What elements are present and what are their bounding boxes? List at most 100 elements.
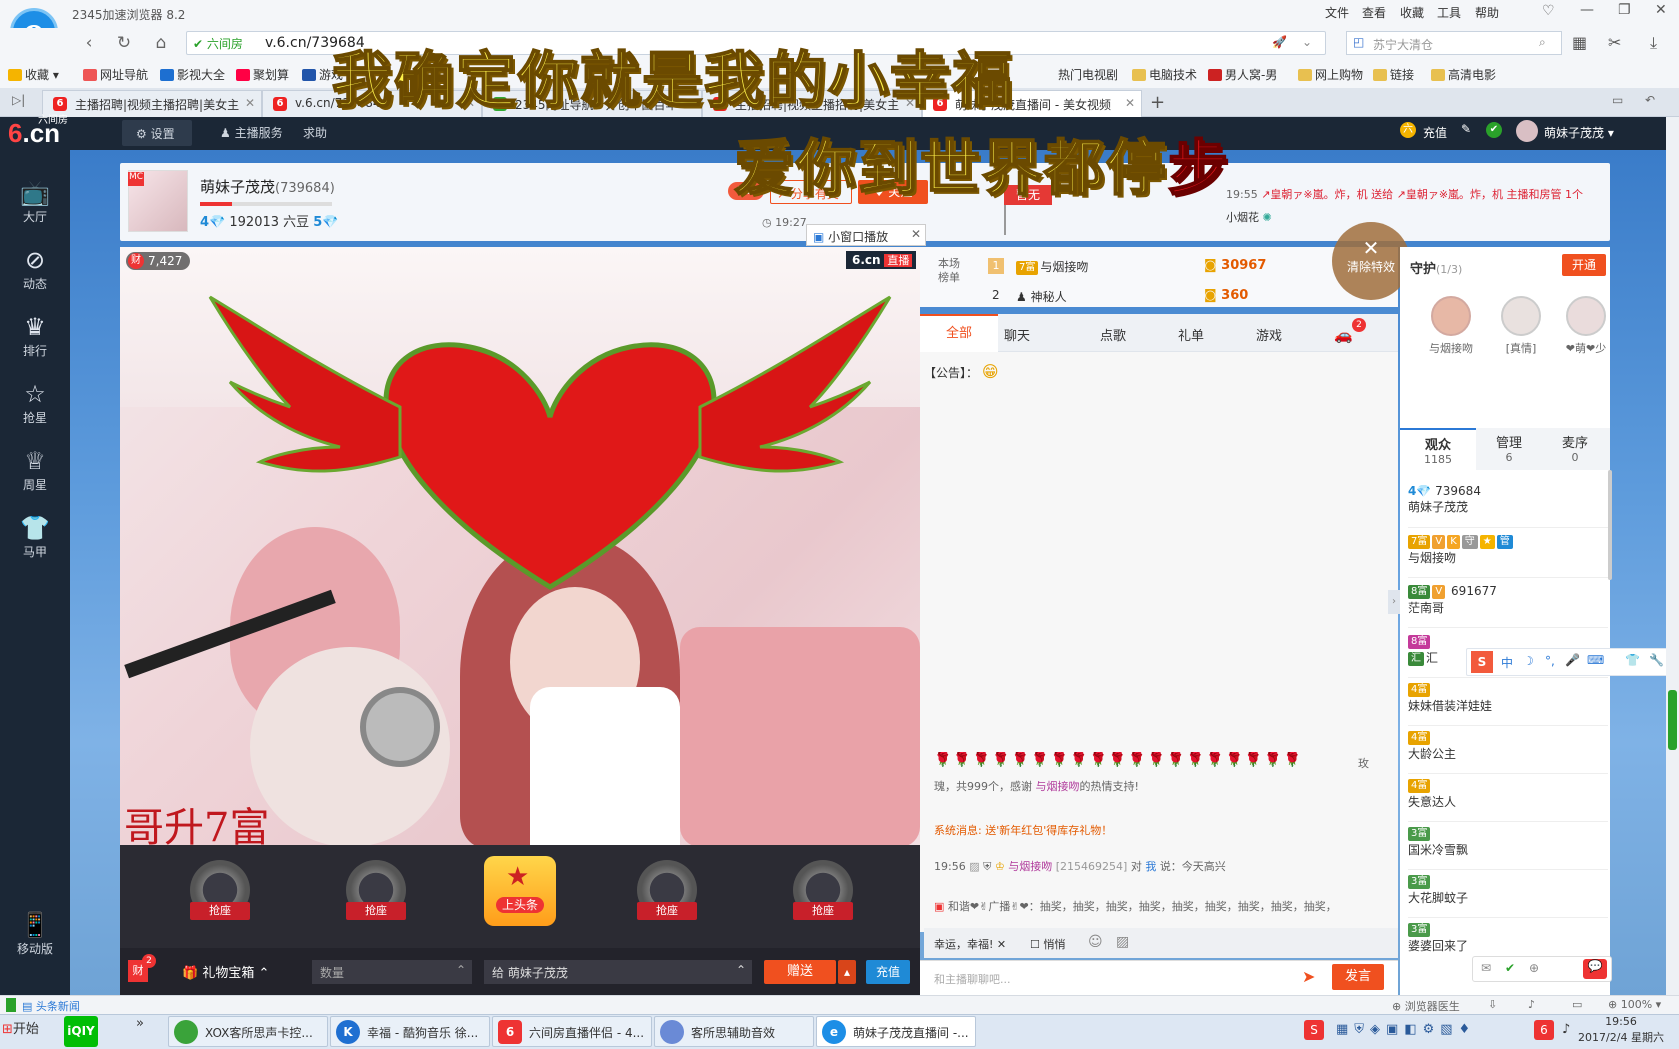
task-kugou[interactable]: K 幸福 - 酷狗音乐 徐... [330,1016,490,1047]
6cn-tray-icon[interactable]: 6 [1534,1020,1554,1040]
nav-mobile[interactable]: 📱 移动版 [0,910,70,960]
keyboard-icon[interactable]: ⌨ [1587,653,1604,667]
quicklaunch-more-icon[interactable]: » [136,1016,144,1031]
ime-chinese[interactable]: 中 [1501,654,1513,671]
site-logo[interactable]: 6.cn 六间房 [8,115,74,150]
seat-3[interactable]: 抢座 [622,860,712,930]
start-button[interactable]: ⊞开始 [2,1018,39,1037]
volume-icon[interactable]: ♪ [1528,998,1535,1011]
chat-input[interactable]: 和主播聊聊吧... ➤ [920,960,1398,995]
menu-file[interactable]: 文件 [1325,4,1349,21]
apps-icon[interactable]: ▦ [1572,33,1587,52]
nav-vest[interactable]: 👕 马甲 [0,505,70,571]
live-video[interactable]: 财 7,427 6.cn 直播 哥升7富 [120,247,920,845]
doctor-link[interactable]: ⊕ 浏览器医生 [1392,998,1460,1014]
audience-row[interactable]: 7富 V K 守 ★ 管与烟接吻 [1408,530,1608,578]
check-icon[interactable]: ✔ [1505,961,1515,975]
fav-video[interactable]: 影视大全 [160,66,225,83]
quantity-input[interactable]: 数量 ⌃ [312,960,472,984]
send-gift-button[interactable]: 赠送 [764,960,836,984]
skin-icon[interactable]: ♡ [1542,3,1555,19]
task-audio-effect[interactable]: 客所思辅助音效 [654,1016,814,1047]
zoom-icon[interactable]: ⊕ [1529,961,1539,975]
search-icon[interactable]: ⌕ [1539,35,1546,50]
recharge-link[interactable]: 充值 [1423,124,1447,141]
audience-row[interactable]: 3富 大花脚蚊子 [1408,870,1608,918]
screen-icon[interactable]: ▭ [1572,998,1582,1011]
download-icon[interactable]: ⤓ [1650,33,1657,53]
mail-icon[interactable]: ✉ [1481,961,1491,975]
close-window-button[interactable]: ✕ [1655,2,1667,18]
menu-view[interactable]: 查看 [1362,4,1386,21]
fav-nav[interactable]: 网址导航 [83,66,148,83]
search-box[interactable]: ◰ 苏宁大清仓 ⌕ [1346,31,1562,55]
fav-collect[interactable]: 收藏 ▾ [8,66,59,83]
open-guard-button[interactable]: 开通 [1562,254,1606,276]
refresh-button[interactable]: ↻ [113,32,135,54]
guard-member-2[interactable]: [真情] [1486,296,1556,356]
close-tab-icon[interactable]: ✕ [1125,96,1135,110]
audience-row[interactable]: 4富 失意达人 [1408,774,1608,822]
tab-chat[interactable]: 聊天 [1004,325,1030,344]
iqiyi-icon[interactable]: iQIY [64,1016,98,1047]
minimize-button[interactable]: — [1580,2,1594,18]
anchor-service-link[interactable]: ♟ 主播服务 [220,124,283,141]
nav-dynamic[interactable]: ⊘ 动态 [0,237,70,303]
send-chat-button[interactable]: 发言 [1332,964,1384,990]
image-icon[interactable]: ▨ [1116,934,1129,950]
audience-scrollbar[interactable] [1608,470,1612,580]
menu-help[interactable]: 帮助 [1475,4,1499,21]
back-button[interactable]: ‹ [78,32,100,54]
send-options-icon[interactable]: ▴ [838,960,856,984]
clear-effects-button[interactable]: ✕ 清除特效 [1332,222,1410,300]
car-icon[interactable]: 🚗 [1334,326,1353,344]
message-icon[interactable]: 💬 [1583,959,1607,979]
task-browser-active[interactable]: e 萌妹子茂茂直播间 -... [816,1016,976,1047]
tab-all[interactable]: 全部 [920,314,998,352]
undo-close-icon[interactable]: ↶ [1645,93,1655,107]
punctuation-icon[interactable]: °, [1545,654,1555,668]
user-avatar[interactable] [1516,120,1538,142]
wrench-icon[interactable]: 🔧 [1649,653,1664,667]
seat-2[interactable]: 抢座 [331,860,421,930]
rank-2-user[interactable]: ♟ 神秘人 [1016,288,1067,305]
seat-4[interactable]: 抢座 [778,860,868,930]
clock[interactable]: 19:56 2017/2/4 星期六 [1566,1014,1676,1046]
sogou-tray-icon[interactable]: S [1304,1020,1324,1040]
tab-list-icon[interactable]: ▷| [12,93,25,107]
help-link[interactable]: 求助 [303,124,327,141]
fav-men[interactable]: 男人窝-男 [1208,66,1277,83]
tab-gift-list[interactable]: 礼单 [1178,325,1204,344]
tab-manager-icon[interactable]: ▭ [1612,93,1623,107]
nav-ranking[interactable]: ♛ 排行 [0,304,70,370]
home-button[interactable]: ⌂ [150,32,172,54]
moon-icon[interactable]: ☽ [1523,654,1534,668]
task-sound-card[interactable]: XOX客所思声卡控... [168,1016,328,1047]
fav-shopping[interactable]: 网上购物 [1298,66,1363,83]
tab-song[interactable]: 点歌 [1100,325,1126,344]
search-input[interactable]: 苏宁大清仓 [1373,36,1433,53]
new-tab-button[interactable]: + [1150,92,1165,113]
mic-icon[interactable]: 🎤 [1565,653,1580,667]
close-icon[interactable]: ✕ [911,227,921,241]
maximize-button[interactable]: ❐ [1618,2,1631,18]
scissors-icon[interactable]: ✂ [1608,33,1621,52]
tab-audience[interactable]: 观众 1185 [1400,428,1476,470]
accelerate-icon[interactable]: 🚀 [1272,35,1287,49]
rank-1-user[interactable]: 7富 与烟接吻 [1016,258,1088,275]
tray-icons[interactable]: ▦⛨◈▣◧⚙▧♦ [1336,1022,1524,1042]
dropdown-icon[interactable]: ⌄ [1302,35,1312,49]
collapse-panel-icon[interactable]: › [1388,590,1400,614]
fav-tv[interactable]: 热门电视剧 [1058,66,1118,83]
quick-text[interactable]: 幸运，幸福! ✕ [934,936,1006,952]
fav-juhuasuan[interactable]: 聚划算 [236,66,289,83]
tab-1[interactable]: 6 主播招聘|视频主播招聘|美女主 ✕ [42,90,262,117]
headline-button[interactable]: ★ 上头条 [484,856,556,926]
task-6cn-companion[interactable]: 6 六间房直播伴侣 - 4... [492,1016,652,1047]
news-link[interactable]: ▤ 头条新闻 [22,998,80,1014]
download-status-icon[interactable]: ⇩ [1488,998,1497,1011]
skin-shirt-icon[interactable]: 👕 [1625,653,1640,667]
audience-row[interactable]: 3富 国米冷雪飘 [1408,822,1608,870]
guard-member-3[interactable]: ❤萌❤少 [1556,296,1616,356]
emoji-icon[interactable]: ☺ [1088,934,1103,950]
